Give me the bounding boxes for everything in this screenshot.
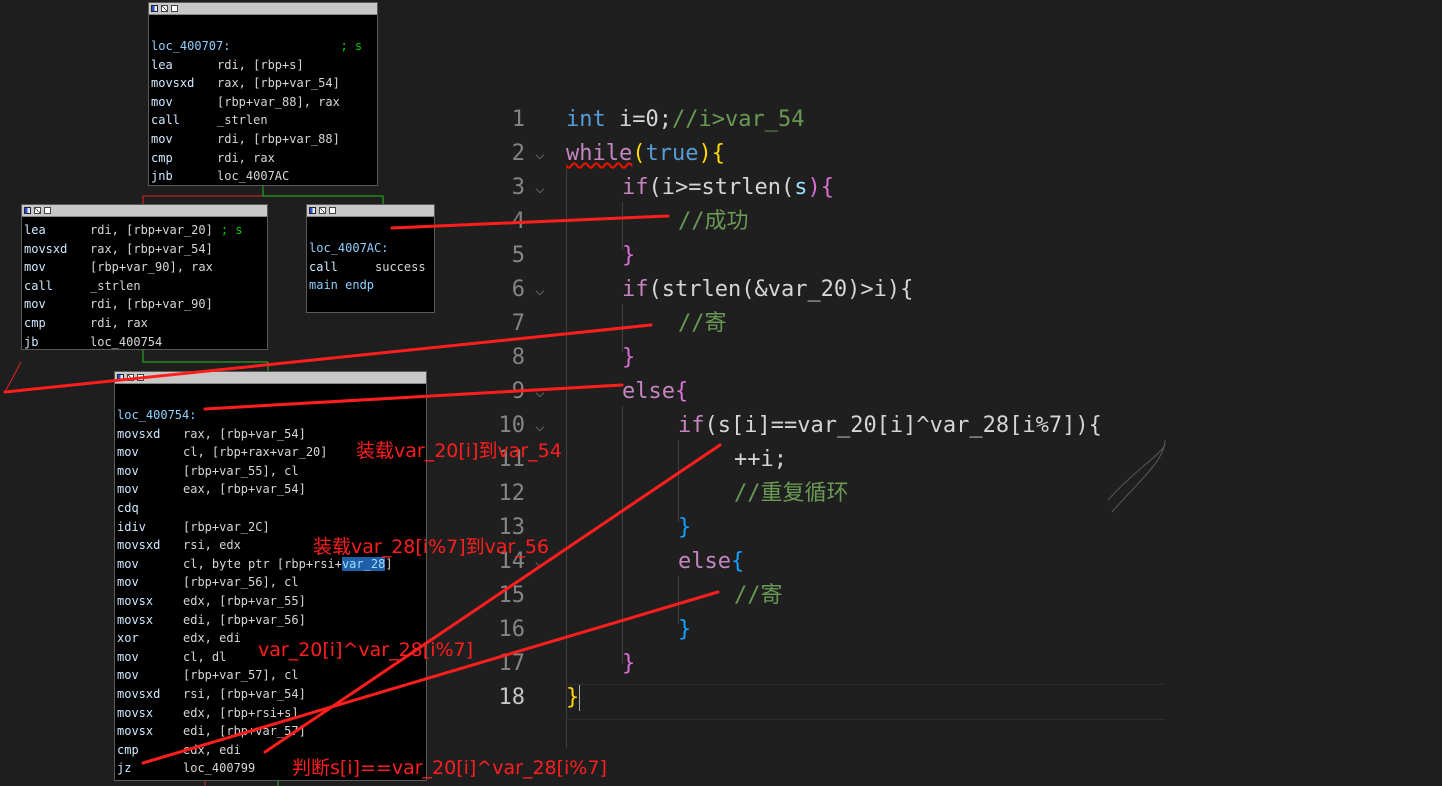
annotation-compare: 判断s[i]==var_20[i]^var_28[i%7] [292,757,607,779]
annotation-load-var28: 装载var_28[i%7]到var_56 [313,536,549,558]
pen-scribble [1107,444,1166,501]
annotation-strokes [3,186,1166,786]
graph-edge-false [142,186,264,204]
pen-scribble [1111,439,1166,513]
graph-edge-false [4,361,22,393]
red-stroke [141,590,720,765]
red-stroke [203,383,624,411]
red-stroke [3,323,653,394]
annotation-xor: var_20[i]^var_28[i%7] [258,639,474,661]
red-stroke [390,214,670,230]
annotation-load-var20: 装载var_20[i]到var_54 [356,440,562,462]
graph-edge-true [262,186,384,204]
